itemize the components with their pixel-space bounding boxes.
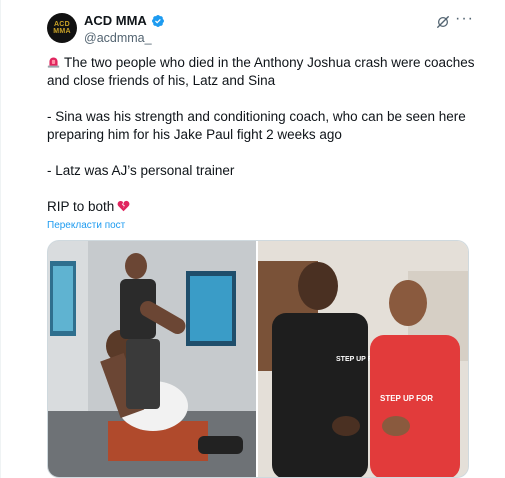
more-icon[interactable]: ··· [455,11,474,27]
name-row: ACD MMA [84,13,165,28]
two-men-illustration: STEP UP FOR SYRIA STEP UP FOR [258,241,468,477]
gym-stretch-illustration [48,241,256,477]
verified-badge-icon[interactable] [151,14,165,28]
translate-post-link[interactable]: Перекласти пост [47,220,125,231]
paragraph-4: RIP to both [47,198,487,216]
media-grid: STEP UP FOR SYRIA STEP UP FOR [47,240,469,478]
paragraph-4-text: RIP to both [47,199,115,214]
avatar-text-bottom: MMA [53,28,71,35]
grok-icon[interactable] [436,15,450,29]
display-name[interactable]: ACD MMA [84,13,147,28]
shirt-text-red: STEP UP FOR [380,394,433,403]
paragraph-3: - Latz was AJ’s personal trainer [47,163,235,178]
photo-two-men[interactable]: STEP UP FOR SYRIA STEP UP FOR [258,241,468,477]
photo-gym-stretch[interactable] [48,241,258,477]
paragraph-2: - Sina was his strength and conditioning… [47,109,466,142]
paragraph-1-text: The two people who died in the Anthony J… [47,55,475,88]
avatar-text-top: ACD [53,21,71,28]
handle[interactable]: @acdmma_ [84,31,152,45]
avatar[interactable]: ACD MMA [47,13,77,43]
paragraph-1: The two people who died in the Anthony J… [47,54,487,90]
tweet: ACD MMA ACD MMA @acdmma_ ··· The two peo… [0,0,505,478]
rotating-light-icon [47,57,60,68]
broken-heart-icon [117,200,130,212]
tweet-text: The two people who died in the Anthony J… [47,54,487,216]
